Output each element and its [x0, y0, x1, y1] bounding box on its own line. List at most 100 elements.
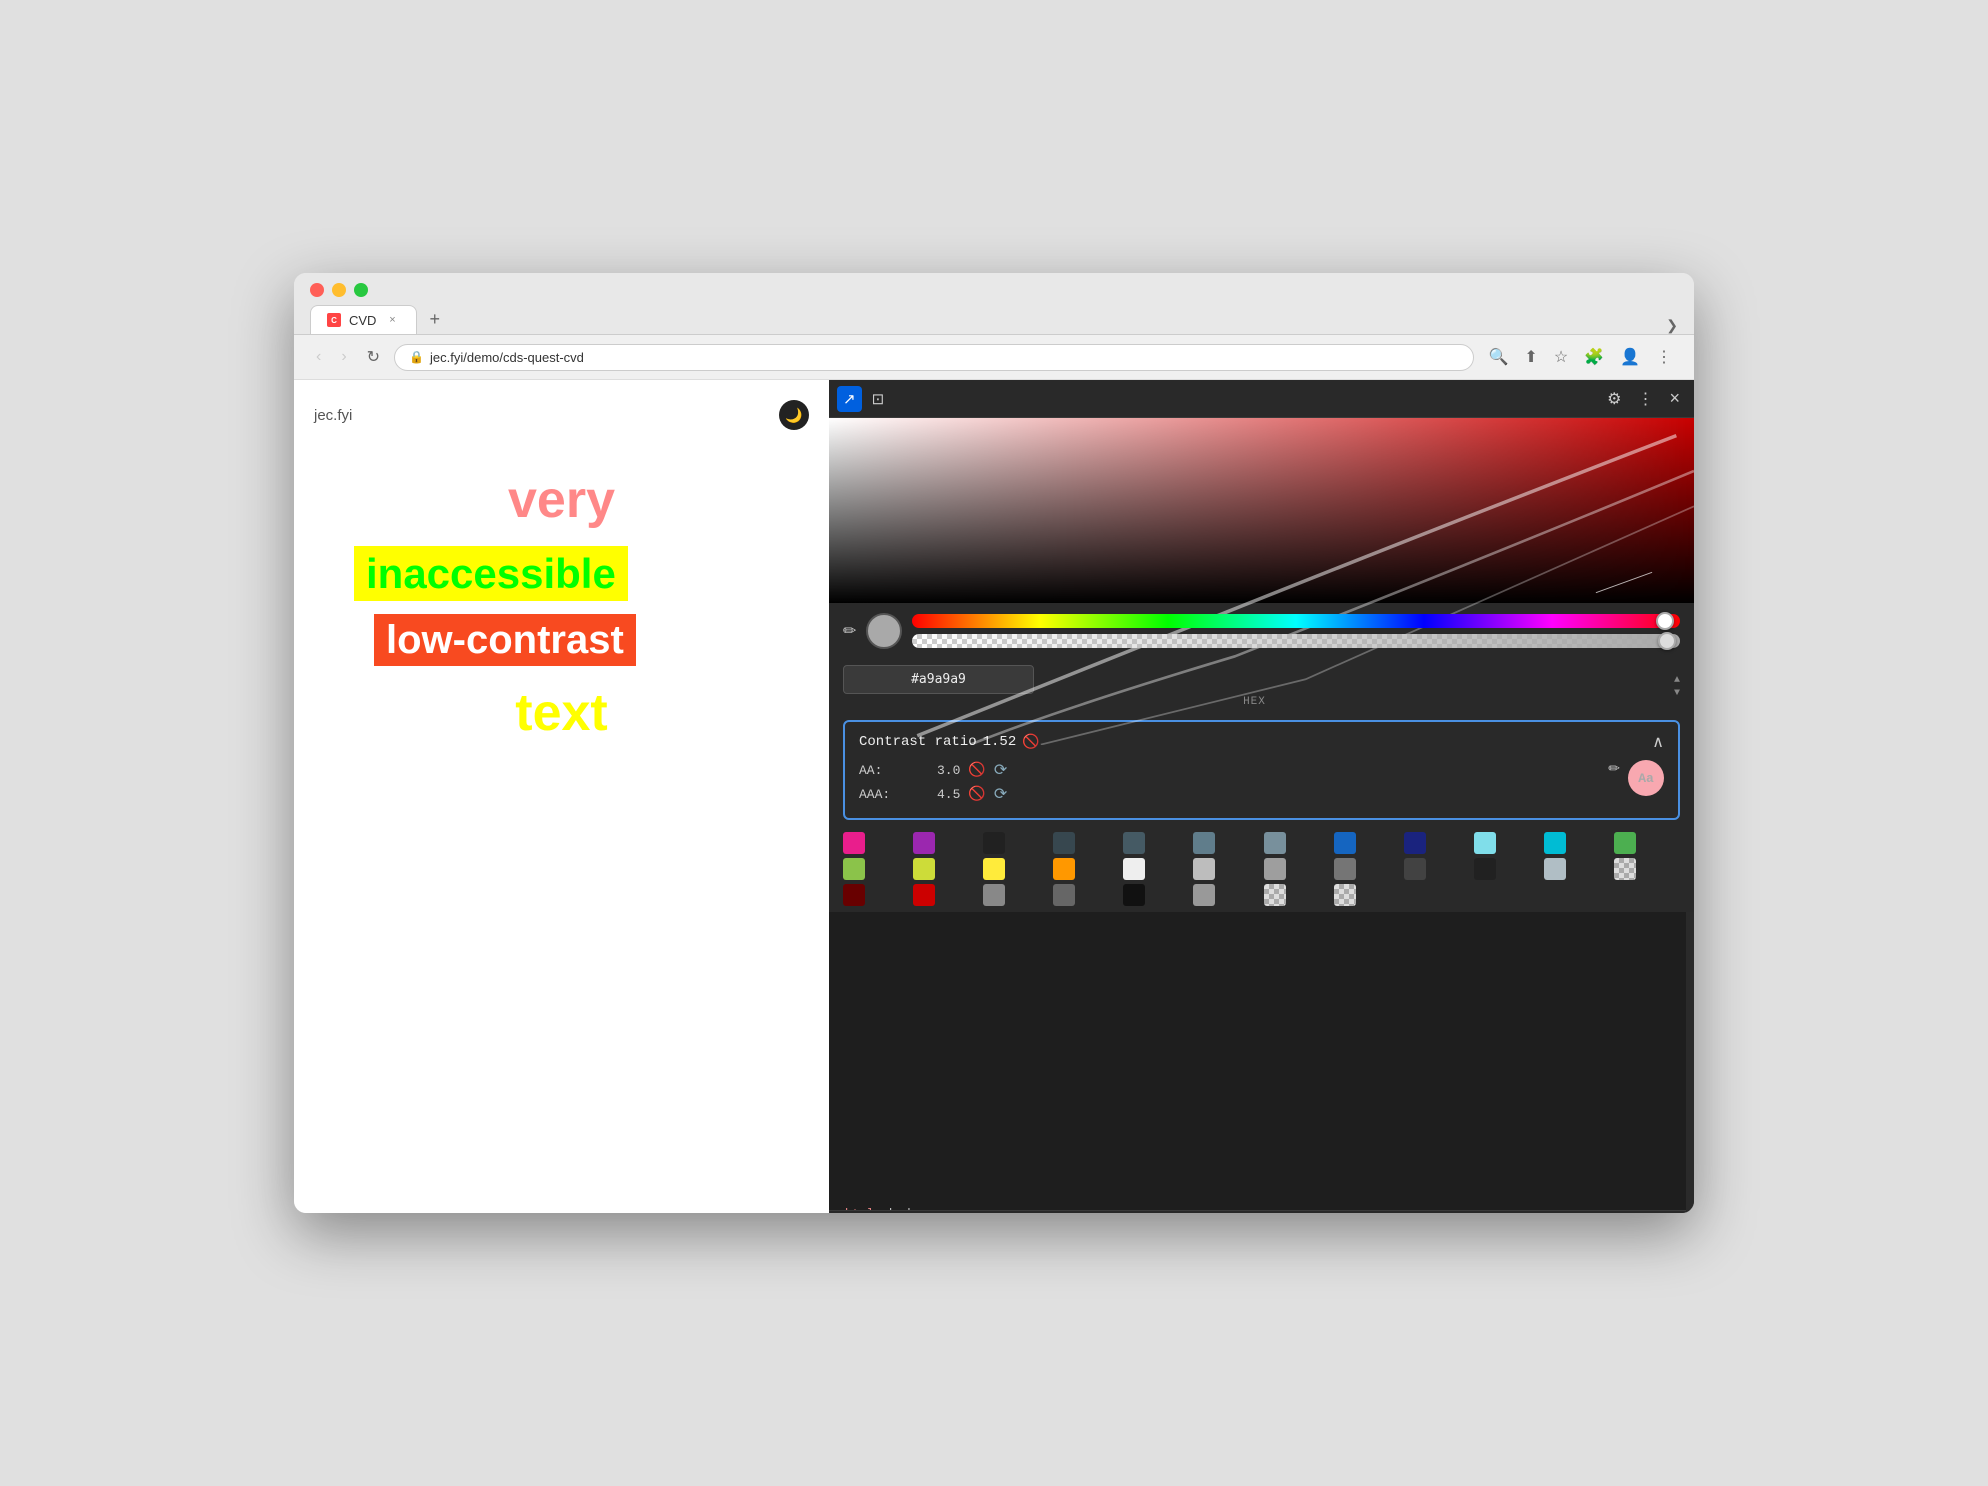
more-options-button[interactable]: ⋮ [1650, 343, 1678, 371]
toggle-button[interactable]: ⊞ [1643, 1213, 1663, 1214]
color-picker-gradient[interactable] [829, 418, 1694, 603]
swatch-purple[interactable] [913, 832, 935, 854]
color-preview-circle [866, 613, 902, 649]
swatch-lime[interactable] [913, 858, 935, 880]
hue-slider[interactable] [912, 614, 1680, 628]
dom-tree: html body [829, 1198, 1694, 1210]
demo-line-2: inaccessible [354, 550, 628, 598]
tab-styles[interactable]: Styles [837, 1211, 900, 1213]
dark-mode-button[interactable]: 🌙 [779, 400, 809, 430]
devtools-toolbar: ↗ ⊡ ⚙ ⋮ × [829, 380, 1694, 418]
swatch-blue-grey[interactable] [1193, 832, 1215, 854]
swatch-almost-black[interactable] [1474, 858, 1496, 880]
swatch-transparent3[interactable] [1334, 884, 1356, 906]
swatch-grey3[interactable] [1334, 858, 1356, 880]
swatch-cyan[interactable] [1544, 832, 1566, 854]
contrast-title: Contrast ratio 1.52 🚫 [859, 734, 1040, 751]
contrast-ratio-value: 1.52 [983, 734, 1017, 750]
swatch-grey2[interactable] [1264, 858, 1286, 880]
demo-text-low-contrast: low-contrast [374, 614, 636, 666]
add-rule-button[interactable]: + [1622, 1213, 1638, 1214]
extensions-button[interactable]: 🧩 [1578, 343, 1610, 371]
refresh-button[interactable]: ⟳ [1666, 1213, 1686, 1214]
tab-title: CVD [349, 313, 376, 328]
tab-actions: + ⊞ ⟳ [1622, 1213, 1686, 1214]
tab-favicon: C [327, 313, 341, 327]
maximize-button[interactable] [354, 283, 368, 297]
reload-button[interactable]: ↻ [361, 343, 386, 371]
swatch-dark-blue[interactable] [1404, 832, 1426, 854]
alpha-thumb[interactable] [1658, 632, 1676, 650]
swatch-cyan-light[interactable] [1474, 832, 1496, 854]
swatch-red[interactable] [913, 884, 935, 906]
swatch-transparent2[interactable] [1264, 884, 1286, 906]
demo-text-text: text [515, 684, 607, 742]
tab-expand-button[interactable]: ❯ [1666, 317, 1678, 334]
swatch-blue[interactable] [1334, 832, 1356, 854]
content-area: jec.fyi 🌙 very inaccessible low-contrast… [294, 380, 1694, 1213]
contrast-header: Contrast ratio 1.52 🚫 ∧ [859, 732, 1664, 752]
profile-button[interactable]: 👤 [1614, 343, 1646, 371]
swatch-green[interactable] [1614, 832, 1636, 854]
select-element-button[interactable]: ↗ [837, 386, 862, 412]
swatch-light-green[interactable] [843, 858, 865, 880]
browser-tab[interactable]: C CVD × [310, 305, 417, 334]
search-button[interactable]: 🔍 [1482, 343, 1514, 371]
swatch-blue-grey3[interactable] [1544, 858, 1566, 880]
contrast-fail-icon: 🚫 [1022, 734, 1039, 751]
aa-label: AA: [859, 763, 929, 778]
bookmark-button[interactable]: ☆ [1548, 343, 1574, 371]
devtools-settings-button[interactable]: ⚙ [1601, 385, 1627, 413]
alpha-slider[interactable] [912, 634, 1680, 648]
hex-label: HEX [843, 696, 1666, 708]
hex-input[interactable] [843, 665, 1034, 694]
swatch-dark3[interactable] [1123, 832, 1145, 854]
demo-text-inaccessible: inaccessible [354, 546, 628, 601]
contrast-ratio-label: Contrast ratio [859, 734, 977, 750]
swatch-dark-red[interactable] [843, 884, 865, 906]
swatch-dark-grey2[interactable] [1053, 884, 1075, 906]
forward-button[interactable]: › [335, 344, 352, 370]
device-toolbar-button[interactable]: ⊡ [866, 386, 891, 412]
swatch-mid-grey[interactable] [983, 884, 1005, 906]
bottom-tab-bar: Styles Computed + ⊞ ⟳ [829, 1211, 1694, 1213]
sliders-area [912, 614, 1680, 648]
share-button[interactable]: ⬆ [1518, 343, 1543, 371]
address-bar[interactable]: 🔒 jec.fyi/demo/cds-quest-cvd [394, 344, 1474, 371]
page-logo: jec.fyi [314, 407, 352, 424]
contrast-eyedropper-button[interactable]: ✏ [1608, 760, 1620, 777]
swatch-near-black[interactable] [1123, 884, 1145, 906]
new-tab-button[interactable]: + [421, 305, 448, 334]
aaa-fail-icon: 🚫 [968, 786, 985, 803]
swatch-grey4[interactable] [1193, 884, 1215, 906]
aaa-fix-button[interactable]: ⟳ [994, 784, 1007, 804]
tab-close-button[interactable]: × [384, 312, 400, 328]
swatch-dark2[interactable] [1053, 832, 1075, 854]
back-button[interactable]: ‹ [310, 344, 327, 370]
hue-thumb[interactable] [1656, 612, 1674, 630]
demo-line-1: very [314, 470, 809, 530]
minimize-button[interactable] [332, 283, 346, 297]
devtools-close-button[interactable]: × [1663, 384, 1686, 413]
tab-computed[interactable]: Computed [902, 1211, 980, 1213]
swatch-light-grey[interactable] [1123, 858, 1145, 880]
demo-line-4: text [515, 683, 607, 743]
close-button[interactable] [310, 283, 324, 297]
title-bar: C CVD × + ❯ [294, 273, 1694, 335]
hex-spinner[interactable]: ▲ ▼ [1674, 675, 1680, 699]
contrast-collapse-button[interactable]: ∧ [1652, 732, 1664, 752]
swatch-pink[interactable] [843, 832, 865, 854]
swatch-orange[interactable] [1053, 858, 1075, 880]
swatch-grey[interactable] [1193, 858, 1215, 880]
swatch-yellow[interactable] [983, 858, 1005, 880]
swatch-blue-grey2[interactable] [1264, 832, 1286, 854]
eyedropper-button[interactable]: ✏ [843, 621, 856, 641]
nav-actions: 🔍 ⬆ ☆ 🧩 👤 ⋮ [1482, 343, 1678, 371]
devtools-more-button[interactable]: ⋮ [1631, 385, 1659, 413]
swatch-dark1[interactable] [983, 832, 1005, 854]
hex-input-row: HEX ▲ ▼ [829, 659, 1694, 714]
swatch-transparent[interactable] [1614, 858, 1636, 880]
aa-fix-button[interactable]: ⟳ [994, 760, 1007, 780]
swatch-dark-grey[interactable] [1404, 858, 1426, 880]
page-header: jec.fyi 🌙 [314, 400, 809, 430]
